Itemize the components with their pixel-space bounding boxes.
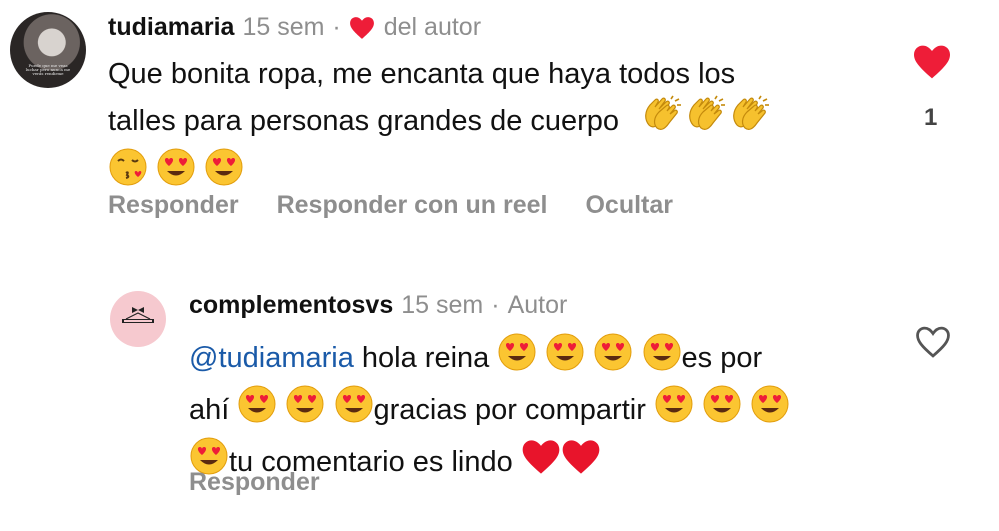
timestamp: 15 sem [242, 13, 325, 41]
heart-eyes-icon [642, 332, 682, 384]
clapping-hands-icon [685, 95, 729, 147]
comment-body: Que bonita ropa, me encanta que haya tod… [108, 54, 773, 199]
comment-line-2: ahí gracias por compartir [189, 384, 790, 436]
separator-dot: · [332, 13, 341, 41]
comment-line: @tudiamaria hola reina es por [189, 332, 790, 384]
clapping-hands-icon [729, 95, 773, 147]
heart-eyes-icon [593, 332, 633, 384]
shop-logo-icon [122, 307, 154, 323]
heart-eyes-icon [285, 384, 325, 436]
heart-eyes-icon [545, 332, 585, 384]
red-heart-icon [561, 438, 601, 488]
heart-outline-icon [916, 326, 950, 358]
heart-eyes-icon [237, 384, 277, 436]
separator-dot: · [491, 291, 500, 319]
like-count: 1 [924, 104, 938, 131]
like-button[interactable] [912, 44, 952, 85]
heart-eyes-icon [334, 384, 374, 436]
red-heart-icon [521, 438, 561, 488]
reply-button[interactable]: Responder [189, 468, 320, 496]
comment-actions: Responder Responder con un reel Ocultar [108, 191, 711, 220]
comment-body: @tudiamaria hola reina es por ahí gracia… [189, 332, 790, 488]
clapping-hands-icon [641, 95, 685, 147]
comment-line-2: talles para personas grandes de cuerpo [108, 95, 773, 147]
mention-link[interactable]: @tudiamaria [189, 342, 354, 374]
username[interactable]: complementosvs [189, 291, 393, 320]
hide-button[interactable]: Ocultar [585, 191, 673, 219]
heart-filled-icon [914, 45, 950, 79]
reply-with-reel-button[interactable]: Responder con un reel [277, 191, 548, 219]
timestamp: 15 sem [401, 291, 484, 319]
heart-eyes-icon [654, 384, 694, 436]
comment-actions: Responder [189, 468, 358, 497]
avatar-caption: Puede que me veas luchar pero nunca me v… [25, 63, 71, 76]
heart-icon [349, 16, 374, 39]
comment-meta: tudiamaria 15 sem · del autor [108, 13, 481, 42]
like-button[interactable] [914, 325, 952, 364]
liked-by-author-label: del autor [383, 13, 482, 41]
heart-eyes-icon [702, 384, 742, 436]
comment-line: Que bonita ropa, me encanta que haya tod… [108, 58, 736, 90]
reply-button[interactable]: Responder [108, 191, 239, 219]
avatar-tudiamaria[interactable]: Puede que me veas luchar pero nunca me v… [10, 12, 86, 88]
heart-eyes-icon [750, 384, 790, 436]
avatar-complementosvs[interactable] [110, 291, 166, 347]
author-label: Autor [507, 291, 568, 319]
comment-meta: complementosvs 15 sem · Autor [189, 291, 567, 320]
heart-eyes-icon [497, 332, 537, 384]
username[interactable]: tudiamaria [108, 13, 234, 42]
